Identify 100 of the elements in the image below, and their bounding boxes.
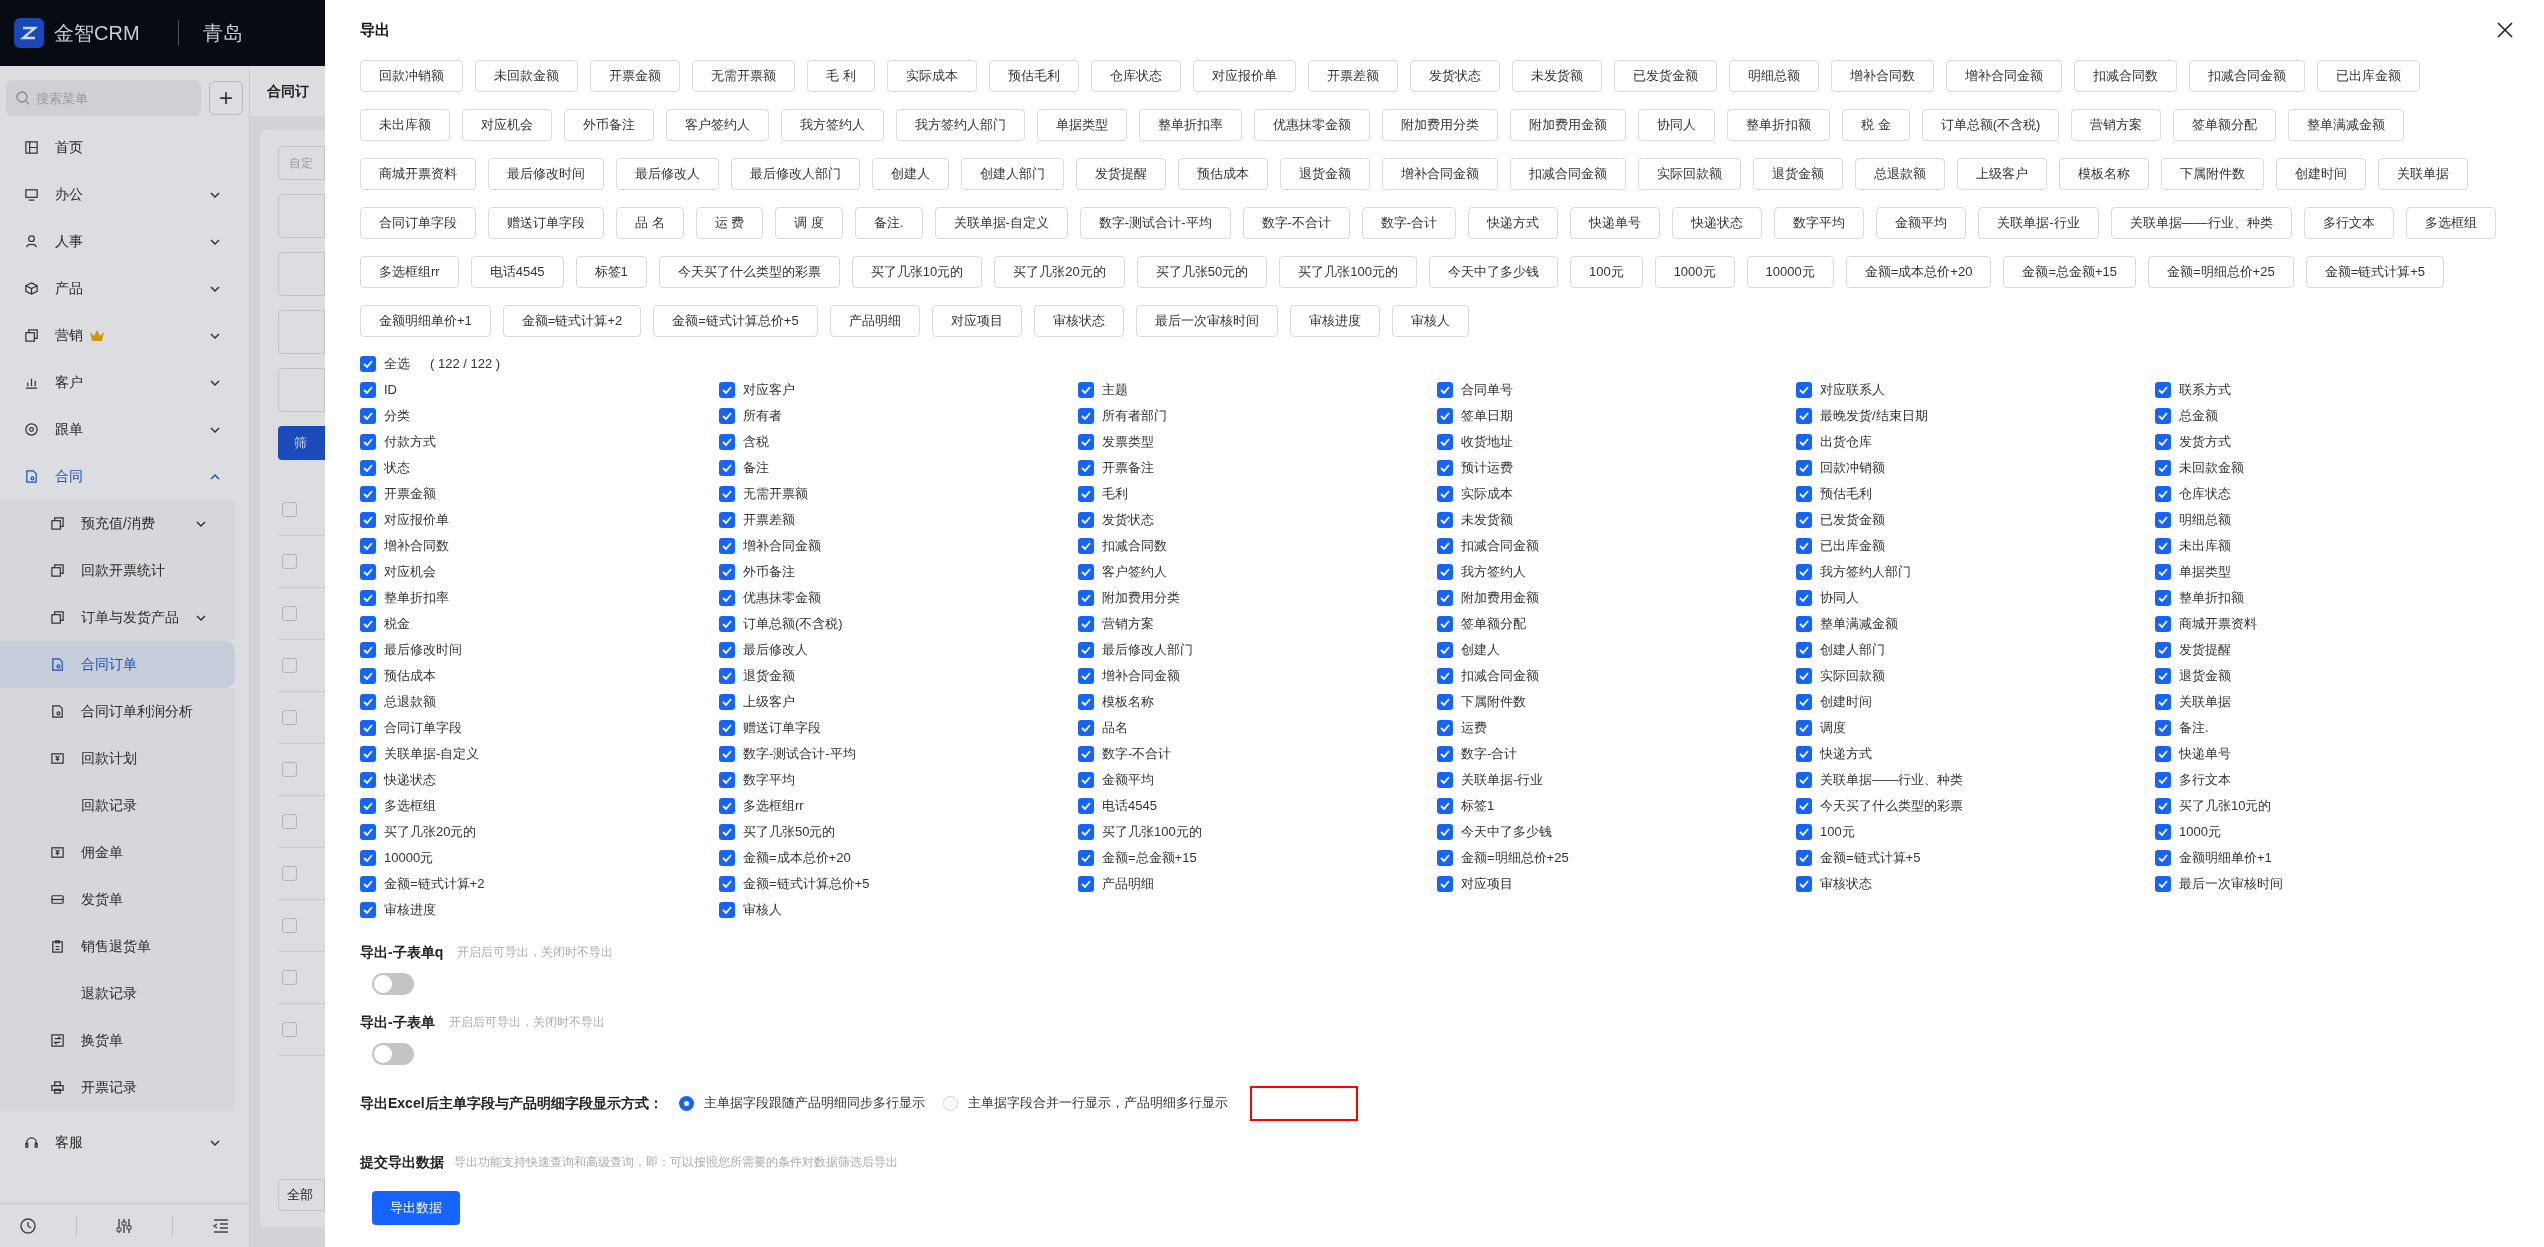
field-chip[interactable]: 买了几张100元的: [1279, 256, 1417, 288]
checkbox[interactable]: [2155, 694, 2171, 710]
checkbox[interactable]: [360, 382, 376, 398]
checkbox[interactable]: [1437, 538, 1453, 554]
checkbox[interactable]: [719, 408, 735, 424]
checkbox[interactable]: [2155, 720, 2171, 736]
checkbox[interactable]: [1796, 512, 1812, 528]
field-chip[interactable]: 未出库额: [360, 109, 450, 141]
close-icon[interactable]: [2496, 21, 2514, 39]
checkbox[interactable]: [1437, 616, 1453, 632]
row-checkbox[interactable]: [282, 502, 297, 517]
field-chip[interactable]: 100元: [1569, 256, 1643, 288]
menu-item[interactable]: 换货单: [0, 1017, 235, 1064]
field-chip[interactable]: 扣减合同金额: [2188, 60, 2305, 92]
field-chip[interactable]: 最后修改人: [616, 158, 719, 190]
menu-item[interactable]: 合同订单: [0, 641, 235, 688]
field-chip[interactable]: 对应机会: [462, 109, 552, 141]
checkbox[interactable]: [1796, 590, 1812, 606]
field-chip[interactable]: 整单折扣额: [1727, 109, 1830, 141]
checkbox[interactable]: [2155, 460, 2171, 476]
checkbox[interactable]: [1796, 486, 1812, 502]
checkbox[interactable]: [2155, 434, 2171, 450]
field-chip[interactable]: 已发货金额: [1613, 60, 1717, 92]
field-chip[interactable]: 签单额分配: [2173, 109, 2277, 141]
menu-item[interactable]: 发货单: [0, 876, 235, 923]
checkbox[interactable]: [1078, 694, 1094, 710]
field-chip[interactable]: 仓库状态: [1090, 60, 1181, 92]
field-chip[interactable]: 创建人: [872, 158, 949, 190]
checkbox[interactable]: [719, 642, 735, 658]
menu-item[interactable]: 佣金单: [0, 829, 235, 876]
checkbox[interactable]: [719, 460, 735, 476]
field-chip[interactable]: 买了几张20元的: [994, 256, 1125, 288]
field-chip[interactable]: 标签1: [575, 256, 647, 288]
checkbox[interactable]: [1078, 850, 1094, 866]
field-chip[interactable]: 商城开票资料: [360, 158, 476, 190]
field-chip[interactable]: 金额=链式计算+2: [502, 305, 642, 337]
field-chip[interactable]: 扣减合同金额: [1510, 158, 1626, 190]
row-checkbox[interactable]: [282, 554, 297, 569]
checkbox[interactable]: [2155, 876, 2171, 892]
checkbox[interactable]: [1078, 460, 1094, 476]
checkbox[interactable]: [1796, 668, 1812, 684]
menu-item[interactable]: 回款开票统计: [0, 547, 235, 594]
checkbox[interactable]: [360, 668, 376, 684]
checkbox[interactable]: [719, 564, 735, 580]
field-chip[interactable]: 上级客户: [1957, 158, 2047, 190]
field-chip[interactable]: 协同人: [1638, 109, 1715, 141]
checkbox[interactable]: [360, 902, 376, 918]
field-chip[interactable]: 1000元: [1654, 256, 1735, 288]
field-chip[interactable]: 产品明细: [829, 305, 920, 337]
field-chip[interactable]: 买了几张50元的: [1136, 256, 1268, 288]
field-chip[interactable]: 税 金: [1842, 109, 1910, 141]
row-checkbox[interactable]: [282, 1022, 297, 1037]
checkbox[interactable]: [2155, 408, 2171, 424]
field-chip[interactable]: 已出库金额: [2316, 60, 2420, 92]
field-chip[interactable]: 我方签约人: [781, 109, 884, 141]
field-chip[interactable]: 金额=总金额+15: [2003, 256, 2137, 288]
checkbox[interactable]: [360, 720, 376, 736]
field-chip[interactable]: 整单折扣率: [1139, 109, 1242, 141]
checkbox[interactable]: [2155, 616, 2171, 632]
checkbox[interactable]: [1796, 460, 1812, 476]
checkbox[interactable]: [360, 590, 376, 606]
field-chip[interactable]: 模板名称: [2059, 158, 2149, 190]
checkbox[interactable]: [1078, 564, 1094, 580]
field-chip[interactable]: 创建时间: [2276, 158, 2366, 190]
checkbox[interactable]: [1796, 772, 1812, 788]
field-chip[interactable]: 实际回款额: [1638, 158, 1741, 190]
checkbox[interactable]: [360, 824, 376, 840]
field-chip[interactable]: 买了几张10元的: [851, 256, 983, 288]
checkbox[interactable]: [1078, 590, 1094, 606]
field-chip[interactable]: 数字-合计: [1361, 207, 1457, 239]
checkbox[interactable]: [360, 798, 376, 814]
checkbox[interactable]: [2155, 642, 2171, 658]
checkbox[interactable]: [719, 876, 735, 892]
field-chip[interactable]: 运 费: [695, 207, 764, 239]
checkbox[interactable]: [1078, 746, 1094, 762]
checkbox[interactable]: [1078, 512, 1094, 528]
checkbox[interactable]: [1796, 876, 1812, 892]
field-chip[interactable]: 今天中了多少钱: [1428, 256, 1558, 288]
field-chip[interactable]: 快递状态: [1672, 207, 1763, 239]
checkbox[interactable]: [1078, 824, 1094, 840]
field-chip[interactable]: 增补合同金额: [1945, 60, 2062, 92]
checkbox[interactable]: [360, 746, 376, 762]
row-checkbox[interactable]: [282, 866, 297, 881]
row-checkbox[interactable]: [282, 710, 297, 725]
field-chip[interactable]: 退货金额: [1280, 158, 1370, 190]
field-chip[interactable]: 金额=链式计算+5: [2305, 256, 2445, 288]
checkbox[interactable]: [360, 772, 376, 788]
field-chip[interactable]: 单据类型: [1037, 109, 1127, 141]
checkbox[interactable]: [719, 382, 735, 398]
checkbox[interactable]: [1078, 538, 1094, 554]
field-chip[interactable]: 审核状态: [1033, 305, 1124, 337]
field-chip[interactable]: 赠送订单字段: [488, 207, 604, 239]
menu-item[interactable]: 销售退货单: [0, 923, 235, 970]
checkbox[interactable]: [1437, 876, 1453, 892]
sliders-icon[interactable]: [115, 1216, 134, 1235]
checkbox[interactable]: [1437, 590, 1453, 606]
checkbox[interactable]: [1078, 798, 1094, 814]
checkbox[interactable]: [1796, 616, 1812, 632]
checkbox[interactable]: [1437, 720, 1453, 736]
checkbox[interactable]: [2155, 798, 2171, 814]
